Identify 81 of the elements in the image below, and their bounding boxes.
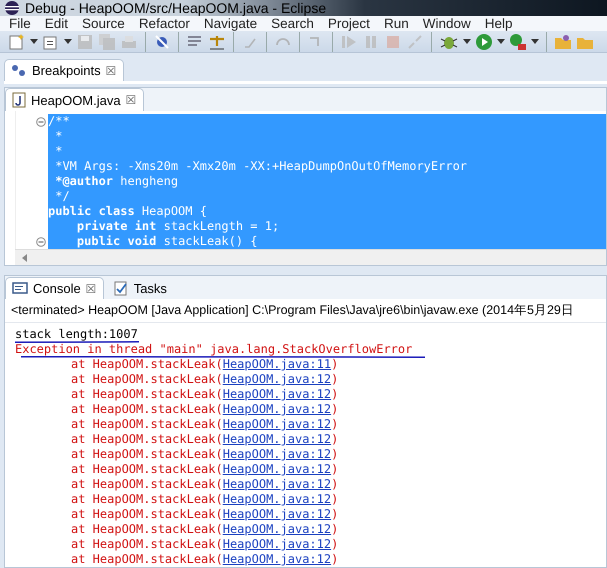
fold-toggle-icon[interactable]: [36, 116, 46, 126]
stack-frame-text: ): [331, 463, 338, 476]
stack-frame-text: at HeapOOM.stackLeak(: [70, 433, 223, 446]
dropdown-arrow-icon[interactable]: [463, 38, 471, 44]
close-tab-button[interactable]: ☒: [126, 93, 137, 107]
source-link[interactable]: HeapOOM.java:12: [222, 448, 332, 461]
dropdown-arrow-icon[interactable]: [531, 38, 539, 44]
source-link[interactable]: HeapOOM.java:12: [222, 493, 332, 506]
stack-frame-text: ): [331, 388, 338, 401]
stack-frame-text: at HeapOOM.stackLeak(: [70, 358, 223, 371]
stack-frame-text: ): [331, 403, 338, 416]
stack-frame-text: at HeapOOM.stackLeak(: [70, 403, 223, 416]
menu-item[interactable]: Source: [75, 16, 132, 31]
source-link[interactable]: HeapOOM.java:12: [222, 463, 332, 476]
stack-frame-text: ): [331, 493, 338, 506]
stack-frame-text: at HeapOOM.stackLeak(: [70, 508, 223, 521]
stack-frame-text: ): [331, 358, 338, 371]
source-link[interactable]: HeapOOM.java:12: [222, 478, 332, 491]
stack-frame-text: ): [331, 478, 338, 491]
dropdown-arrow-icon[interactable]: [497, 38, 505, 44]
dropdown-arrow-icon[interactable]: [30, 38, 38, 44]
source-link[interactable]: HeapOOM.java:12: [222, 553, 332, 566]
source-link[interactable]: HeapOOM.java:12: [222, 508, 332, 521]
new-file-icon[interactable]: [8, 32, 26, 50]
stack-frame-text: ): [331, 508, 338, 521]
stack-frame-text: ): [331, 373, 338, 386]
stack-frame-text: ): [331, 433, 338, 446]
menu-item[interactable]: Help: [478, 16, 520, 31]
stack-frame-text: ): [331, 418, 338, 431]
scroll-left-icon[interactable]: [21, 254, 29, 262]
menu-item[interactable]: Refactor: [132, 16, 197, 31]
source-link[interactable]: HeapOOM.java:12: [222, 433, 332, 446]
stack-frame-text: at HeapOOM.stackLeak(: [70, 448, 223, 461]
horizontal-scrollbar[interactable]: [15, 249, 606, 265]
breakpoints-icon: [11, 64, 27, 78]
console-line: stack length:1007: [15, 328, 138, 341]
stack-frame-text: ): [331, 538, 338, 551]
window-title: Debug - HeapOOM/src/HeapOOM.java - Eclipse: [25, 0, 326, 16]
source-link[interactable]: HeapOOM.java:12: [222, 418, 332, 431]
dropdown-arrow-icon[interactable]: [64, 38, 72, 44]
stack-frame-text: at HeapOOM.stackLeak(: [70, 553, 223, 566]
stack-frame-text: ): [331, 553, 338, 566]
source-link[interactable]: HeapOOM.java:12: [222, 403, 332, 416]
java-file-icon: [12, 92, 26, 108]
menu-item[interactable]: Project: [320, 16, 377, 31]
stack-frame-text: at HeapOOM.stackLeak(: [70, 478, 223, 491]
menu-item[interactable]: File: [2, 16, 38, 31]
source-link[interactable]: HeapOOM.java:12: [222, 523, 332, 536]
console-header: <terminated> HeapOOM [Java Application] C:\Program Files\Java\jre6\bin\javaw.exe (2014年5月29日: [5, 299, 606, 323]
menu-item[interactable]: Window: [416, 16, 478, 31]
monitor-icon: [12, 282, 28, 296]
close-tab-button[interactable]: ☒: [106, 64, 117, 78]
external-tools-icon[interactable]: [509, 32, 527, 50]
editor-tab[interactable]: HeapOOM.java ☒: [5, 88, 144, 111]
view-tab[interactable]: Console ☒: [5, 277, 104, 299]
fold-toggle-icon[interactable]: [36, 236, 46, 246]
menu-item[interactable]: Edit: [38, 16, 76, 31]
stack-frame-text: at HeapOOM.stackLeak(: [70, 373, 223, 386]
stack-frame-text: at HeapOOM.stackLeak(: [70, 418, 223, 431]
source-link[interactable]: HeapOOM.java:12: [222, 373, 332, 386]
breakpoints-tab[interactable]: Breakpoints ☒: [4, 59, 124, 81]
stack-frame-text: at HeapOOM.stackLeak(: [70, 538, 223, 551]
stack-frame-text: at HeapOOM.stackLeak(: [70, 523, 223, 536]
menu-item[interactable]: Navigate: [196, 16, 264, 31]
skip-breakpoints-icon[interactable]: [153, 32, 171, 50]
menu-item[interactable]: Run: [376, 16, 416, 31]
clipboard-check-icon: [112, 280, 129, 296]
menu-item[interactable]: Search: [264, 16, 321, 31]
stack-frame-text: ): [331, 523, 338, 536]
open-folder-icon[interactable]: [554, 32, 572, 50]
run-icon[interactable]: [475, 32, 493, 50]
stack-frame-text: ): [331, 448, 338, 461]
stack-frame-text: at HeapOOM.stackLeak(: [70, 493, 223, 506]
stack-frame-text: at HeapOOM.stackLeak(: [70, 388, 223, 401]
view-tab[interactable]: Tasks: [106, 276, 174, 299]
source-link[interactable]: HeapOOM.java:12: [222, 538, 332, 551]
source-link[interactable]: HeapOOM.java:11: [222, 358, 332, 371]
error-line: Exception in thread "main" java.lang.StackOverflowError: [15, 343, 412, 356]
source-link[interactable]: HeapOOM.java:12: [222, 388, 332, 401]
close-tab-button[interactable]: ☒: [86, 282, 97, 296]
stack-frame-text: at HeapOOM.stackLeak(: [70, 463, 223, 476]
